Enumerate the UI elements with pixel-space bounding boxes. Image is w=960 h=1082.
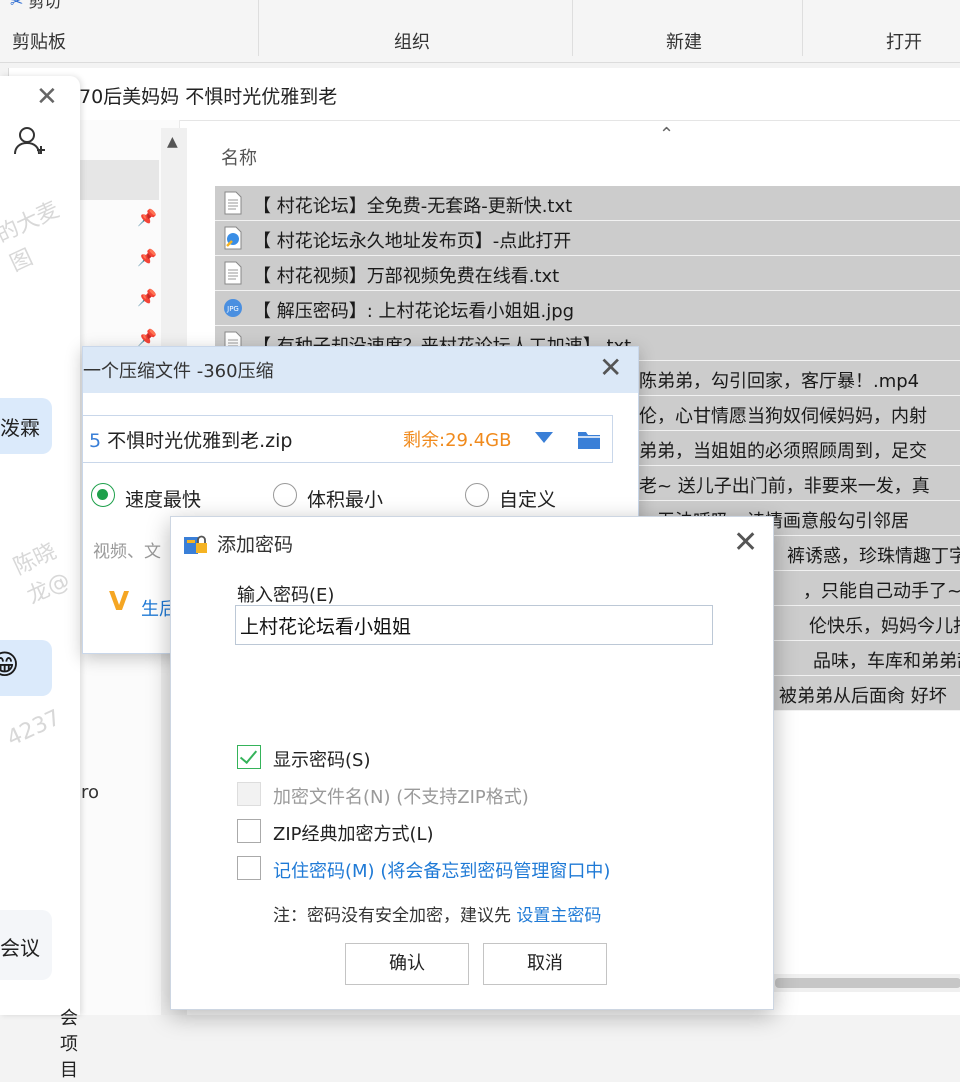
cancel-button[interactable]: 取消 [483, 943, 607, 985]
file-name-fragment: 裤诱惑，珍珠情趣丁字 [787, 546, 960, 567]
dialog-title-bar[interactable]: 一个压缩文件 -360压缩 ✕ [83, 347, 638, 393]
radio-label: 自定义 [499, 489, 557, 511]
checkbox-label: 记住密码(M) (将会备忘到密码管理窗口中) [273, 857, 610, 883]
ribbon-divider [258, 0, 259, 56]
password-input[interactable] [235, 605, 713, 645]
column-header-name[interactable]: 名称 [221, 144, 257, 170]
file-row[interactable]: 【 村花视频】万部视频免费在线看.txt [215, 256, 960, 291]
chat-side-panel: ✕ 泼霖 😁 会议 会项目 的大麦图 陈晓龙@ 4237 [0, 76, 80, 1081]
txt-file-icon [224, 261, 242, 285]
scissors-icon: ✂ [10, 0, 24, 11]
watermark-text: 陈晓龙@ [9, 538, 74, 610]
close-icon[interactable]: ✕ [36, 82, 58, 112]
dialog-title: 添加密码 [217, 534, 294, 556]
chat-item[interactable]: 😁 [0, 640, 52, 696]
file-name-fragment: 老~ 送儿子出门前，非要来一发，真 [639, 476, 930, 497]
zip-filename: 5 不惧时光优雅到老.zip [89, 426, 293, 453]
file-name: 【 村花论坛永久地址发布页】-点此打开 [253, 231, 572, 252]
group-label-clipboard: 剪贴板 [12, 32, 66, 53]
checkbox-box[interactable] [237, 819, 261, 843]
zip-filename-prefix: 5 [89, 430, 102, 452]
radio-dot[interactable] [91, 483, 115, 507]
file-name-fragment: 伦快乐，妈妈今儿打扮 [809, 616, 960, 637]
remember-label: 记住密码(M) [273, 861, 375, 882]
close-icon[interactable]: ✕ [599, 351, 622, 384]
sort-caret-icon: ⌃ [659, 124, 675, 145]
checkbox-label: ZIP经典加密方式(L) [273, 824, 434, 845]
add-contact-icon[interactable] [12, 124, 48, 160]
radio-dot[interactable] [465, 483, 489, 507]
add-password-dialog: 添加密码 ✕ 输入密码(E) 显示密码(S) 加密文件名(N) (不支持ZIP格… [170, 516, 774, 1010]
file-row[interactable]: 【 村花论坛永久地址发布页】-点此打开 [215, 221, 960, 256]
file-name-fragment: 伦，心甘情愿当狗奴伺候妈妈，内射 [639, 406, 927, 427]
checkbox-box[interactable] [237, 856, 261, 880]
scroll-up-icon[interactable]: ▲ [167, 134, 178, 150]
jpg-file-icon: JPG [224, 299, 242, 317]
confirm-button[interactable]: 确认 [345, 943, 469, 985]
chat-item[interactable]: 会议 [0, 910, 52, 980]
group-label-open: 打开 [886, 32, 922, 53]
pin-icon[interactable]: 📌 [137, 208, 157, 227]
watermark-text: 4237 [3, 705, 65, 752]
file-row[interactable]: JPG 【 解压密码】: 上村花论坛看小姐姐.jpg [215, 291, 960, 326]
scrollbar-thumb[interactable] [775, 978, 960, 988]
file-name-fragment: ，只能自己动手了~. [803, 581, 960, 602]
file-name-fragment: 弟弟，当姐姐的必须照顾周到，足交 [639, 441, 927, 462]
zip-filename-field[interactable]: 5 不惧时光优雅到老.zip 剩余:29.4GB [82, 415, 613, 463]
radio-dot[interactable] [273, 483, 297, 507]
svg-text:JPG: JPG [226, 305, 239, 313]
remaining-space: 剩余:29.4GB [403, 430, 512, 451]
dropdown-arrow-icon[interactable] [535, 432, 553, 443]
file-name-fragment: 品味，车库和弟弟乱 [813, 651, 960, 672]
pin-icon[interactable]: 📌 [137, 328, 157, 347]
checkbox-box[interactable] [237, 745, 261, 769]
url-shortcut-icon [224, 226, 242, 250]
cut-button[interactable]: ✂ 剪切 [10, 0, 61, 12]
dialog-title: 一个压缩文件 -360压缩 [83, 361, 274, 382]
file-name: 【 村花视频】万部视频免费在线看.txt [253, 266, 560, 287]
chat-item-label: 泼霖 [0, 416, 40, 440]
compression-hint: 视频、文 [93, 542, 161, 562]
file-name-fragment: 被弟弟从后面肏 好坏 [779, 686, 947, 707]
dialog-title-bar[interactable]: 添加密码 ✕ [171, 517, 773, 569]
chat-item-label: 会项目 [60, 1008, 78, 1081]
address-bar[interactable]: 70后美妈妈 不惧时光优雅到老 [9, 68, 960, 121]
address-title: 70后美妈妈 不惧时光优雅到老 [79, 86, 338, 108]
pin-icon[interactable]: 📌 [137, 288, 157, 307]
emoji-icon: 😁 [0, 648, 20, 681]
ribbon-divider [572, 0, 573, 56]
file-row[interactable]: 【 村花论坛】全免费-无套路-更新快.txt [215, 186, 960, 221]
vip-icon: V [109, 587, 130, 617]
radio-label: 速度最快 [125, 489, 202, 511]
zip-filename-text: 不惧时光优雅到老.zip [107, 430, 293, 452]
checkbox-label: 加密文件名(N) (不支持ZIP格式) [273, 787, 529, 808]
folder-icon[interactable] [577, 428, 601, 450]
security-note: 注：密码没有安全加密，建议先 设置主密码 [273, 901, 601, 926]
file-name: 【 解压密码】: 上村花论坛看小姐姐.jpg [253, 301, 575, 322]
group-label-new: 新建 [666, 32, 702, 53]
ribbon-divider [802, 0, 803, 56]
remember-note: (将会备忘到密码管理窗口中) [380, 861, 611, 882]
file-name: 【 村花论坛】全免费-无套路-更新快.txt [253, 196, 573, 217]
close-icon[interactable]: ✕ [733, 525, 758, 560]
group-label-organize: 组织 [394, 32, 430, 53]
checkbox-box [237, 782, 261, 806]
password-label: 输入密码(E) [237, 585, 335, 606]
watermark-text: 的大麦图 [0, 197, 64, 278]
checkbox-label: 显示密码(S) [273, 750, 371, 771]
archive-lock-icon [184, 535, 207, 554]
nav-item-fragment[interactable]: ro [81, 782, 99, 803]
pin-icon[interactable]: 📌 [137, 248, 157, 267]
file-name-fragment: 陈弟弟，勾引回家，客厅暴！.mp4 [639, 371, 920, 392]
txt-file-icon [224, 191, 242, 215]
chat-item-label: 会议 [0, 936, 40, 960]
note-text: 注：密码没有安全加密，建议先 [273, 906, 511, 926]
cut-label: 剪切 [28, 0, 61, 11]
ribbon: ✂ 剪切 剪贴板 组织 新建 打开 [0, 0, 960, 63]
radio-label: 体积最小 [307, 489, 384, 511]
chat-item[interactable]: 泼霖 [0, 398, 52, 454]
set-master-password-link[interactable]: 设置主密码 [516, 906, 601, 926]
